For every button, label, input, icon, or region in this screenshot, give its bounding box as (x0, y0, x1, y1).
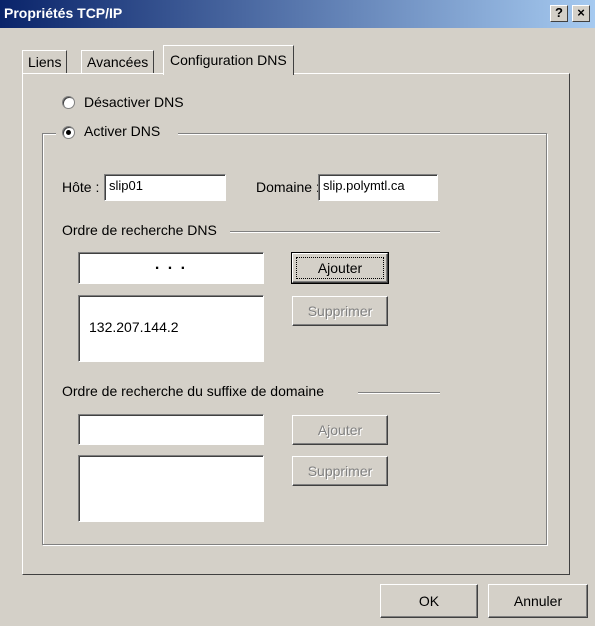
dns-search-order-label: Ordre de recherche DNS (62, 222, 217, 238)
tab-liens[interactable]: Liens (22, 50, 68, 74)
suffix-input[interactable] (78, 414, 264, 445)
enable-dns-label: Activer DNS (84, 123, 161, 139)
dns-server-list[interactable]: 132.207.144.2 (78, 295, 264, 362)
suffix-search-order-divider (358, 392, 440, 394)
cancel-button[interactable]: Annuler (488, 584, 588, 618)
window-title: Propriétés TCP/IP (4, 5, 123, 21)
suffix-list[interactable] (78, 455, 264, 522)
tab-configuration-dns[interactable]: Configuration DNS (163, 45, 294, 75)
domain-label: Domaine : (256, 179, 320, 195)
disable-dns-label: Désactiver DNS (84, 94, 184, 110)
dns-add-button[interactable]: Ajouter (291, 252, 389, 284)
dns-server-ip-input[interactable]: . . . (78, 252, 264, 284)
ok-button[interactable]: OK (380, 584, 478, 618)
domain-field[interactable]: slip.polymtl.ca (318, 174, 438, 201)
enable-dns-radio[interactable] (62, 126, 75, 139)
suffix-remove-button[interactable]: Supprimer (292, 456, 388, 486)
tab-avancees[interactable]: Avancées (81, 50, 155, 74)
dns-add-button-focus (296, 257, 384, 279)
dns-remove-button[interactable]: Supprimer (292, 296, 388, 326)
suffix-search-order-label: Ordre de recherche du suffixe de domaine (62, 383, 325, 399)
disable-dns-radio[interactable] (62, 96, 75, 109)
title-bar: Propriétés TCP/IP ? × (0, 0, 595, 28)
close-button[interactable]: × (572, 5, 590, 22)
help-button[interactable]: ? (550, 5, 568, 22)
suffix-add-button[interactable]: Ajouter (292, 415, 388, 445)
dns-server-item[interactable]: 132.207.144.2 (89, 319, 179, 335)
host-field[interactable]: slip01 (104, 174, 226, 201)
host-label: Hôte : (62, 179, 100, 195)
dns-search-order-divider (230, 231, 440, 233)
